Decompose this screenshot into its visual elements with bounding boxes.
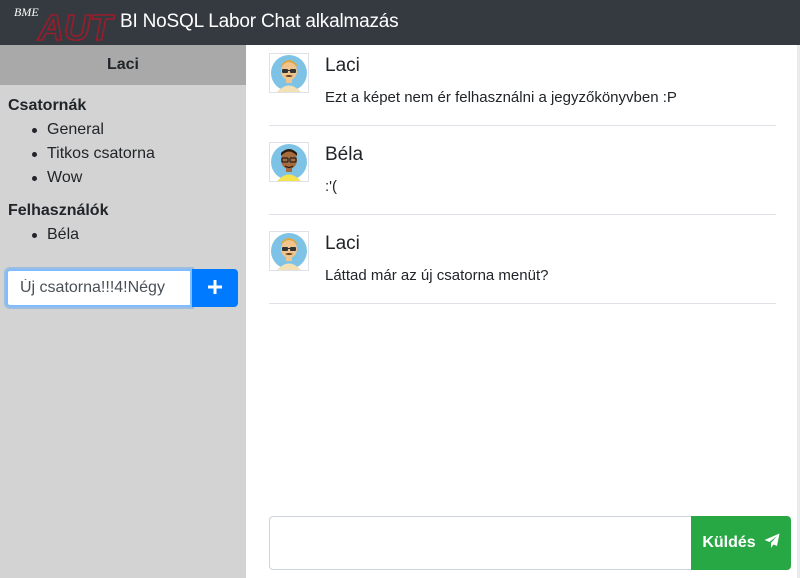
message-author: Laci xyxy=(325,233,360,254)
channel-item-general[interactable]: General xyxy=(32,118,238,142)
message-text: :'( xyxy=(325,178,338,195)
message-item: Laci Láttad már az új csatorna menüt? xyxy=(269,215,776,304)
compose-form: Küldés xyxy=(269,516,791,570)
message-input[interactable] xyxy=(269,516,691,570)
plus-icon xyxy=(208,279,222,297)
paper-plane-icon xyxy=(764,533,780,554)
user-list: Béla xyxy=(8,223,238,247)
message-text: Ezt a képet nem ér felhasználni a jegyző… xyxy=(325,89,677,106)
send-button-label: Küldés xyxy=(702,534,756,551)
sidebar: Laci Csatornák General Titkos csatorna W… xyxy=(0,45,246,578)
avatar-laci-icon xyxy=(269,231,309,271)
channel-item-titkos-csatorna[interactable]: Titkos csatorna xyxy=(32,142,238,166)
message-list: Laci Ezt a képet nem ér felhasználni a j… xyxy=(269,45,776,304)
chat-main: Laci Ezt a képet nem ér felhasználni a j… xyxy=(246,45,800,578)
message-author: Béla xyxy=(325,144,364,165)
message-item: Béla :'( xyxy=(269,126,776,215)
send-button[interactable]: Küldés xyxy=(691,516,791,570)
add-channel-button[interactable] xyxy=(192,269,238,307)
channel-item-wow[interactable]: Wow xyxy=(32,166,238,190)
user-item-bela[interactable]: Béla xyxy=(32,223,238,247)
new-channel-input[interactable] xyxy=(6,269,192,307)
svg-text:AUT: AUT xyxy=(37,7,115,43)
bme-aut-logo[interactable]: BME AUT xyxy=(10,2,118,49)
message-item: Laci Ezt a képet nem ér felhasználni a j… xyxy=(269,45,776,126)
message-text: Láttad már az új csatorna menüt? xyxy=(325,267,549,284)
channel-list: General Titkos csatorna Wow xyxy=(8,118,238,190)
avatar-laci-icon xyxy=(269,53,309,93)
channels-heading: Csatornák xyxy=(8,97,87,114)
svg-text:BME: BME xyxy=(14,5,39,19)
top-navbar: BME AUT BI NoSQL Labor Chat alkalmazás xyxy=(0,0,800,49)
current-user-name: Laci xyxy=(0,45,246,85)
message-author: Laci xyxy=(325,55,360,76)
users-heading: Felhasználók xyxy=(8,202,109,219)
app-title: BI NoSQL Labor Chat alkalmazás xyxy=(120,11,399,32)
avatar-bela-icon xyxy=(269,142,309,182)
channels-section: Csatornák General Titkos csatorna Wow xyxy=(0,94,246,190)
new-channel-form xyxy=(6,269,238,307)
users-section: Felhasználók Béla xyxy=(0,199,246,247)
